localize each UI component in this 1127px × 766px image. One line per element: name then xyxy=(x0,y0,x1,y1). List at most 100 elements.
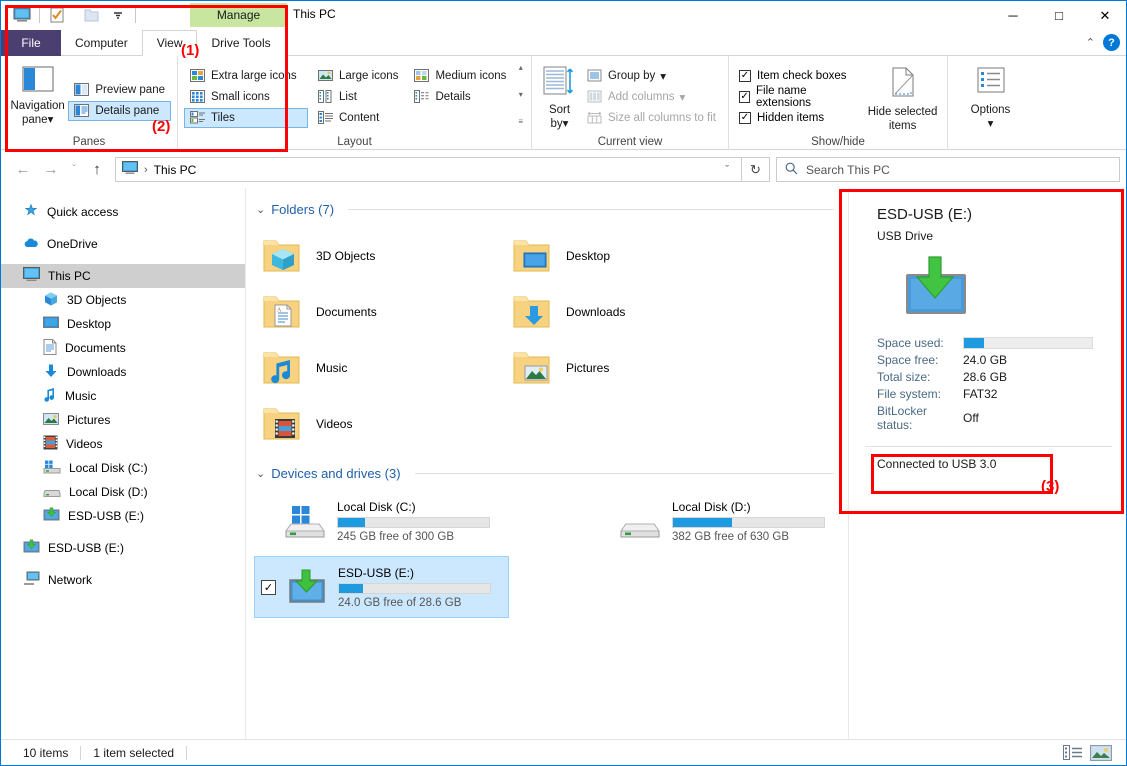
breadcrumb-this-pc[interactable]: This PC xyxy=(154,163,197,177)
network-icon xyxy=(23,571,40,589)
sidebar-item-network[interactable]: Network xyxy=(1,568,245,592)
qat-separator-1 xyxy=(39,7,40,23)
layout-gallery-scrollbar[interactable]: ▴ ▾ ≡ xyxy=(516,64,525,126)
drive-name: ESD-USB (E:) xyxy=(338,565,415,580)
tab-drive-tools[interactable]: Drive Tools xyxy=(197,30,285,56)
tiles-label: Tiles xyxy=(211,112,235,124)
list-item[interactable]: Downloads xyxy=(510,284,760,340)
navigation-pane-button[interactable]: Navigation pane▾ xyxy=(7,62,68,127)
search-input[interactable]: Search This PC xyxy=(806,163,890,177)
help-icon[interactable]: ? xyxy=(1103,34,1120,51)
list-item[interactable]: 3D Objects xyxy=(260,228,510,284)
videos-icon xyxy=(43,435,58,453)
sidebar-item-local-disk-c[interactable]: Local Disk (C:) xyxy=(1,456,245,480)
table-row[interactable]: ✓ ESD-USB (E:) 24.0 GB free of 28.6 GB xyxy=(254,556,509,618)
large-icons-button[interactable]: Large icons xyxy=(312,66,404,86)
annotation-label-2: (2) xyxy=(152,118,171,135)
table-row[interactable]: ✓ Local Disk (D:) 382 GB free o xyxy=(589,490,844,552)
options-button[interactable]: Options ▾ xyxy=(954,62,1027,131)
drive-capacity-text: 382 GB free of 630 GB xyxy=(672,530,789,543)
list-item[interactable]: Desktop xyxy=(510,228,760,284)
size-all-columns-button[interactable]: Size all columns to fit xyxy=(581,108,722,128)
search-box[interactable]: Search This PC xyxy=(776,157,1120,182)
layout-scroll-down-icon[interactable]: ▾ xyxy=(519,91,523,99)
list-item[interactable]: Music xyxy=(260,340,510,396)
connection-status: Connected to USB 3.0 xyxy=(877,457,997,471)
property-value: FAT32 xyxy=(963,387,998,401)
layout-scroll-up-icon[interactable]: ▴ xyxy=(519,64,523,72)
chevron-down-icon[interactable]: ⌄ xyxy=(256,203,265,216)
ribbon-group-panes: Navigation pane▾ Preview pane Details pa… xyxy=(1,56,177,150)
group-title-devices: Devices and drives (3) xyxy=(271,465,401,481)
item-check-boxes-checkbox[interactable]: ✓ Item check boxes xyxy=(735,66,858,86)
extra-large-icons-button[interactable]: Extra large icons xyxy=(184,66,308,86)
maximize-button[interactable]: □ xyxy=(1036,1,1082,30)
sidebar-item-esd-usb-e-child[interactable]: ESD-USB (E:) xyxy=(1,504,245,528)
add-columns-button[interactable]: Add columns ▾ xyxy=(581,87,722,107)
this-pc-icon[interactable] xyxy=(9,3,35,27)
address-bar: ← → ˇ ↑ › This PC ˇ ↻ Search This PC xyxy=(1,151,1126,188)
back-button[interactable]: ← xyxy=(9,156,37,184)
content-button[interactable]: Content xyxy=(312,108,404,128)
layout-column-3: Medium icons Details xyxy=(408,66,512,107)
group-header-devices[interactable]: ⌄ Devices and drives (3) xyxy=(246,462,848,484)
hidden-items-checkbox[interactable]: ✓ Hidden items xyxy=(735,108,858,128)
qat-separator-3 xyxy=(135,7,136,23)
up-button[interactable]: ↑ xyxy=(83,156,111,184)
downloads-icon xyxy=(43,363,59,382)
tab-computer[interactable]: Computer xyxy=(61,30,142,56)
sidebar-item-desktop[interactable]: Desktop xyxy=(1,312,245,336)
minimize-button[interactable]: ─ xyxy=(990,1,1036,30)
table-row[interactable]: ✓ Local Disk (C:) xyxy=(254,490,509,552)
details-button[interactable]: Details xyxy=(408,87,512,107)
list-item[interactable]: Videos xyxy=(260,396,510,452)
chevron-down-icon[interactable]: ˇ xyxy=(719,164,735,176)
tab-file[interactable]: File xyxy=(1,30,61,56)
large-icons-view-button[interactable] xyxy=(1090,743,1112,763)
group-by-button[interactable]: Group by ▾ xyxy=(581,66,722,86)
sidebar-item-quick-access[interactable]: Quick access xyxy=(1,200,245,224)
sidebar-item-3d-objects[interactable]: 3D Objects xyxy=(1,288,245,312)
layout-scroll-more-icon[interactable]: ≡ xyxy=(518,118,523,126)
list-item[interactable]: Pictures xyxy=(510,340,760,396)
close-button[interactable]: ✕ xyxy=(1082,1,1126,30)
sidebar-item-music[interactable]: Music xyxy=(1,384,245,408)
tiles-button[interactable]: Tiles xyxy=(184,108,308,128)
property-row-bitlocker-status: BitLocker status: Off xyxy=(877,404,1112,432)
annotation-label-3: (3) xyxy=(1041,478,1060,495)
sidebar-item-local-disk-d[interactable]: Local Disk (D:) xyxy=(1,480,245,504)
hide-selected-items-label-2: items xyxy=(888,119,917,132)
list-item[interactable]: A Documents xyxy=(260,284,510,340)
group-header-folders[interactable]: ⌄ Folders (7) xyxy=(246,198,848,220)
collapse-ribbon-icon[interactable]: ⌃ xyxy=(1086,36,1095,49)
preview-pane-button[interactable]: Preview pane xyxy=(68,80,171,100)
sort-by-button[interactable]: Sort by▾ xyxy=(538,62,581,131)
sidebar-item-videos[interactable]: Videos xyxy=(1,432,245,456)
sidebar-item-this-pc[interactable]: This PC xyxy=(1,264,245,288)
drive-checkbox[interactable]: ✓ xyxy=(261,579,276,595)
refresh-button[interactable]: ↻ xyxy=(742,157,770,182)
file-list[interactable]: ⌄ Folders (7) 3D Objects Desktop A Docum… xyxy=(246,188,848,739)
sidebar-item-pictures[interactable]: Pictures xyxy=(1,408,245,432)
quick-access-toolbar xyxy=(1,1,140,29)
list-button[interactable]: List xyxy=(312,87,404,107)
new-folder-icon[interactable] xyxy=(79,3,105,27)
breadcrumb-bar[interactable]: › This PC ˇ xyxy=(115,157,742,182)
hide-selected-items-button[interactable]: Hide selected items xyxy=(864,62,941,133)
chevron-down-icon[interactable]: ⌄ xyxy=(256,467,265,480)
details-subtitle: USB Drive xyxy=(877,229,934,243)
properties-icon[interactable] xyxy=(44,3,70,27)
sidebar-item-onedrive[interactable]: OneDrive xyxy=(1,232,245,256)
sidebar-item-downloads[interactable]: Downloads xyxy=(1,360,245,384)
customize-dropdown-icon[interactable] xyxy=(105,3,131,27)
file-name-extensions-checkbox[interactable]: ✓ File name extensions xyxy=(735,85,858,109)
recent-locations-button[interactable]: ˇ xyxy=(65,156,83,184)
group-rule xyxy=(414,472,834,474)
sidebar-item-documents[interactable]: Documents xyxy=(1,336,245,360)
small-icons-button[interactable]: Small icons xyxy=(184,87,308,107)
capacity-bar xyxy=(338,582,491,594)
medium-icons-button[interactable]: Medium icons xyxy=(408,66,512,86)
forward-button[interactable]: → xyxy=(37,156,65,184)
details-view-button[interactable] xyxy=(1062,743,1084,763)
sidebar-item-esd-usb-e[interactable]: ESD-USB (E:) xyxy=(1,536,245,560)
